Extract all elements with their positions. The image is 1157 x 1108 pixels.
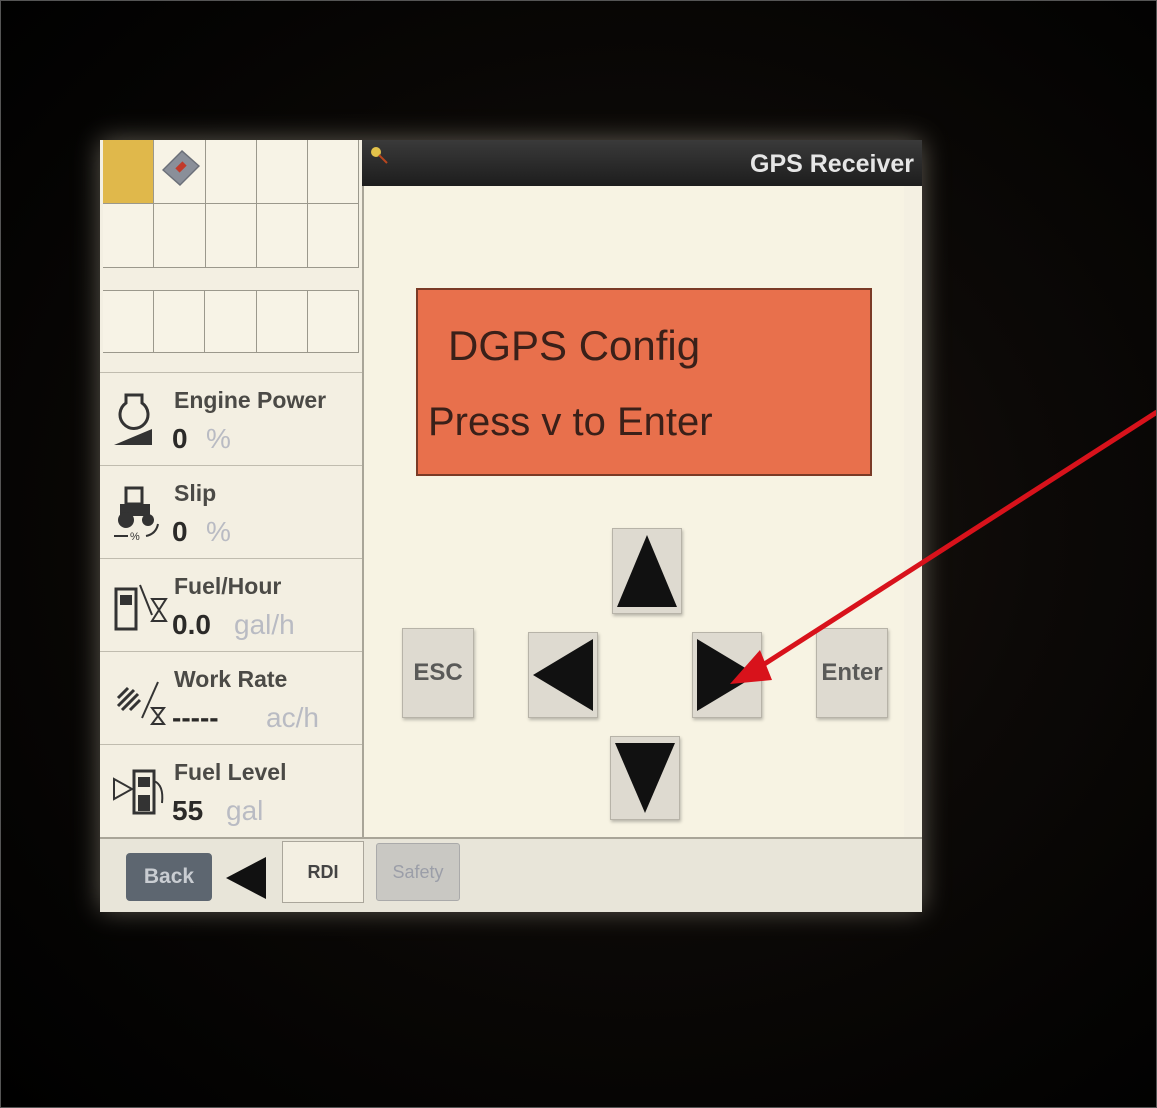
shortcut-grid-bottom — [103, 290, 359, 353]
arrow-left-icon — [533, 639, 593, 711]
svg-text:%: % — [130, 531, 140, 542]
shortcut-cell[interactable] — [205, 291, 257, 353]
metric-value: 0 — [172, 516, 188, 547]
metric-fuel-level[interactable]: Fuel Level 55 gal — [100, 744, 362, 837]
metric-value: 0.0 — [172, 609, 211, 640]
main-area: DGPS Config Press v to Enter ESC Enter — [364, 186, 904, 837]
arrow-down-icon — [615, 743, 675, 813]
receiver-display: DGPS Config Press v to Enter — [416, 288, 872, 476]
metric-unit: ac/h — [266, 702, 319, 733]
metric-engine-power[interactable]: Engine Power 0 % — [100, 372, 362, 465]
shortcut-cell-book[interactable] — [154, 140, 206, 204]
fuel-level-icon — [113, 769, 164, 815]
shortcut-cell[interactable] — [154, 291, 206, 353]
metric-unit: gal — [226, 795, 264, 826]
engine-icon — [114, 393, 152, 445]
back-button[interactable]: Back — [126, 853, 212, 901]
title-bar: GPS Receiver — [362, 140, 922, 186]
esc-button[interactable]: ESC — [402, 628, 474, 718]
metric-value: 0 — [172, 423, 188, 454]
bottom-bar: Back RDI Safety — [100, 837, 922, 912]
metric-fuel-hour[interactable]: Fuel/Hour 0.0 gal/h — [100, 558, 362, 651]
down-arrow-button[interactable] — [610, 736, 680, 820]
metric-label: Engine Power — [174, 387, 327, 413]
metric-unit: gal/h — [234, 609, 295, 640]
shortcut-cell[interactable] — [103, 291, 155, 353]
shortcut-cell[interactable] — [257, 140, 308, 204]
page-title: GPS Receiver — [750, 150, 914, 178]
shortcut-cell[interactable] — [154, 204, 206, 268]
enter-button[interactable]: Enter — [816, 628, 888, 718]
metrics-panel: Engine Power 0 % % Slip 0 % Fuel/Hour 0.… — [100, 372, 362, 837]
metric-value: ----- — [172, 702, 219, 733]
metric-slip[interactable]: % Slip 0 % — [100, 465, 362, 558]
metric-label: Fuel Level — [174, 759, 287, 785]
shortcut-cell[interactable] — [257, 204, 308, 268]
left-pane: Engine Power 0 % % Slip 0 % Fuel/Hour 0.… — [100, 140, 364, 837]
arrow-up-icon — [617, 535, 677, 607]
up-arrow-button[interactable] — [612, 528, 682, 614]
shortcut-cell[interactable] — [206, 140, 257, 204]
metric-label: Fuel/Hour — [174, 573, 282, 599]
key-icon — [371, 147, 388, 164]
metric-value: 55 — [172, 795, 204, 826]
shortcut-cell[interactable] — [256, 291, 308, 353]
shortcut-cell[interactable] — [206, 204, 257, 268]
esc-button-label: ESC — [413, 659, 463, 686]
shortcut-cell[interactable] — [308, 140, 359, 204]
shortcut-cell[interactable] — [308, 204, 359, 268]
metric-unit: % — [206, 516, 231, 547]
enter-button-label: Enter — [821, 659, 883, 686]
metric-label: Slip — [174, 480, 217, 506]
previous-page-icon[interactable] — [220, 853, 270, 903]
right-arrow-button[interactable] — [692, 632, 762, 718]
shortcut-cell-selected[interactable] — [103, 140, 154, 204]
display-screen: Engine Power 0 % % Slip 0 % Fuel/Hour 0.… — [100, 140, 922, 912]
tractor-slip-icon: % — [114, 486, 159, 542]
safety-button[interactable]: Safety — [376, 843, 460, 901]
rdi-tab[interactable]: RDI — [282, 841, 364, 903]
book-icon — [162, 150, 200, 186]
shortcut-cell[interactable] — [307, 291, 359, 353]
fuel-hour-icon — [114, 584, 168, 631]
metric-unit: % — [206, 423, 231, 454]
metric-work-rate[interactable]: Work Rate ----- ac/h — [100, 651, 362, 744]
shortcut-grid-top — [103, 140, 359, 268]
work-rate-icon — [116, 681, 166, 725]
shortcut-cell[interactable] — [103, 204, 154, 268]
display-line-2: Press v to Enter — [428, 400, 713, 444]
arrow-right-icon — [697, 639, 757, 711]
metric-label: Work Rate — [174, 666, 288, 692]
display-line-1: DGPS Config — [448, 322, 701, 369]
left-arrow-button[interactable] — [528, 632, 598, 718]
